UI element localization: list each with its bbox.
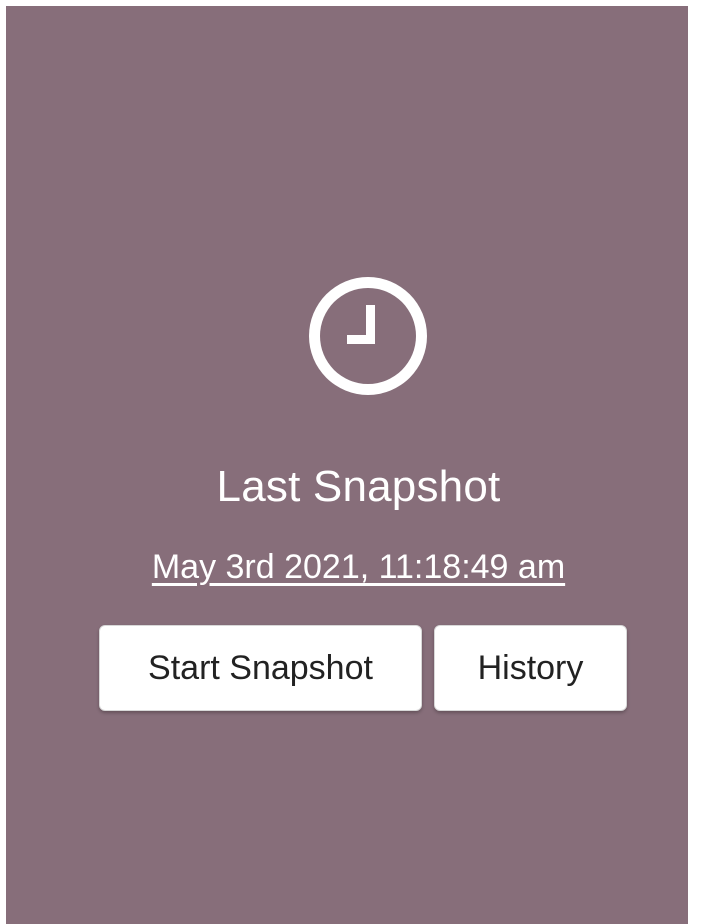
snapshot-title: Last Snapshot xyxy=(216,462,501,511)
start-snapshot-button[interactable]: Start Snapshot xyxy=(99,625,422,711)
history-button[interactable]: History xyxy=(434,625,627,711)
last-snapshot-link[interactable]: May 3rd 2021, 11:18:49 am xyxy=(0,548,717,587)
clock-icon xyxy=(302,270,434,402)
